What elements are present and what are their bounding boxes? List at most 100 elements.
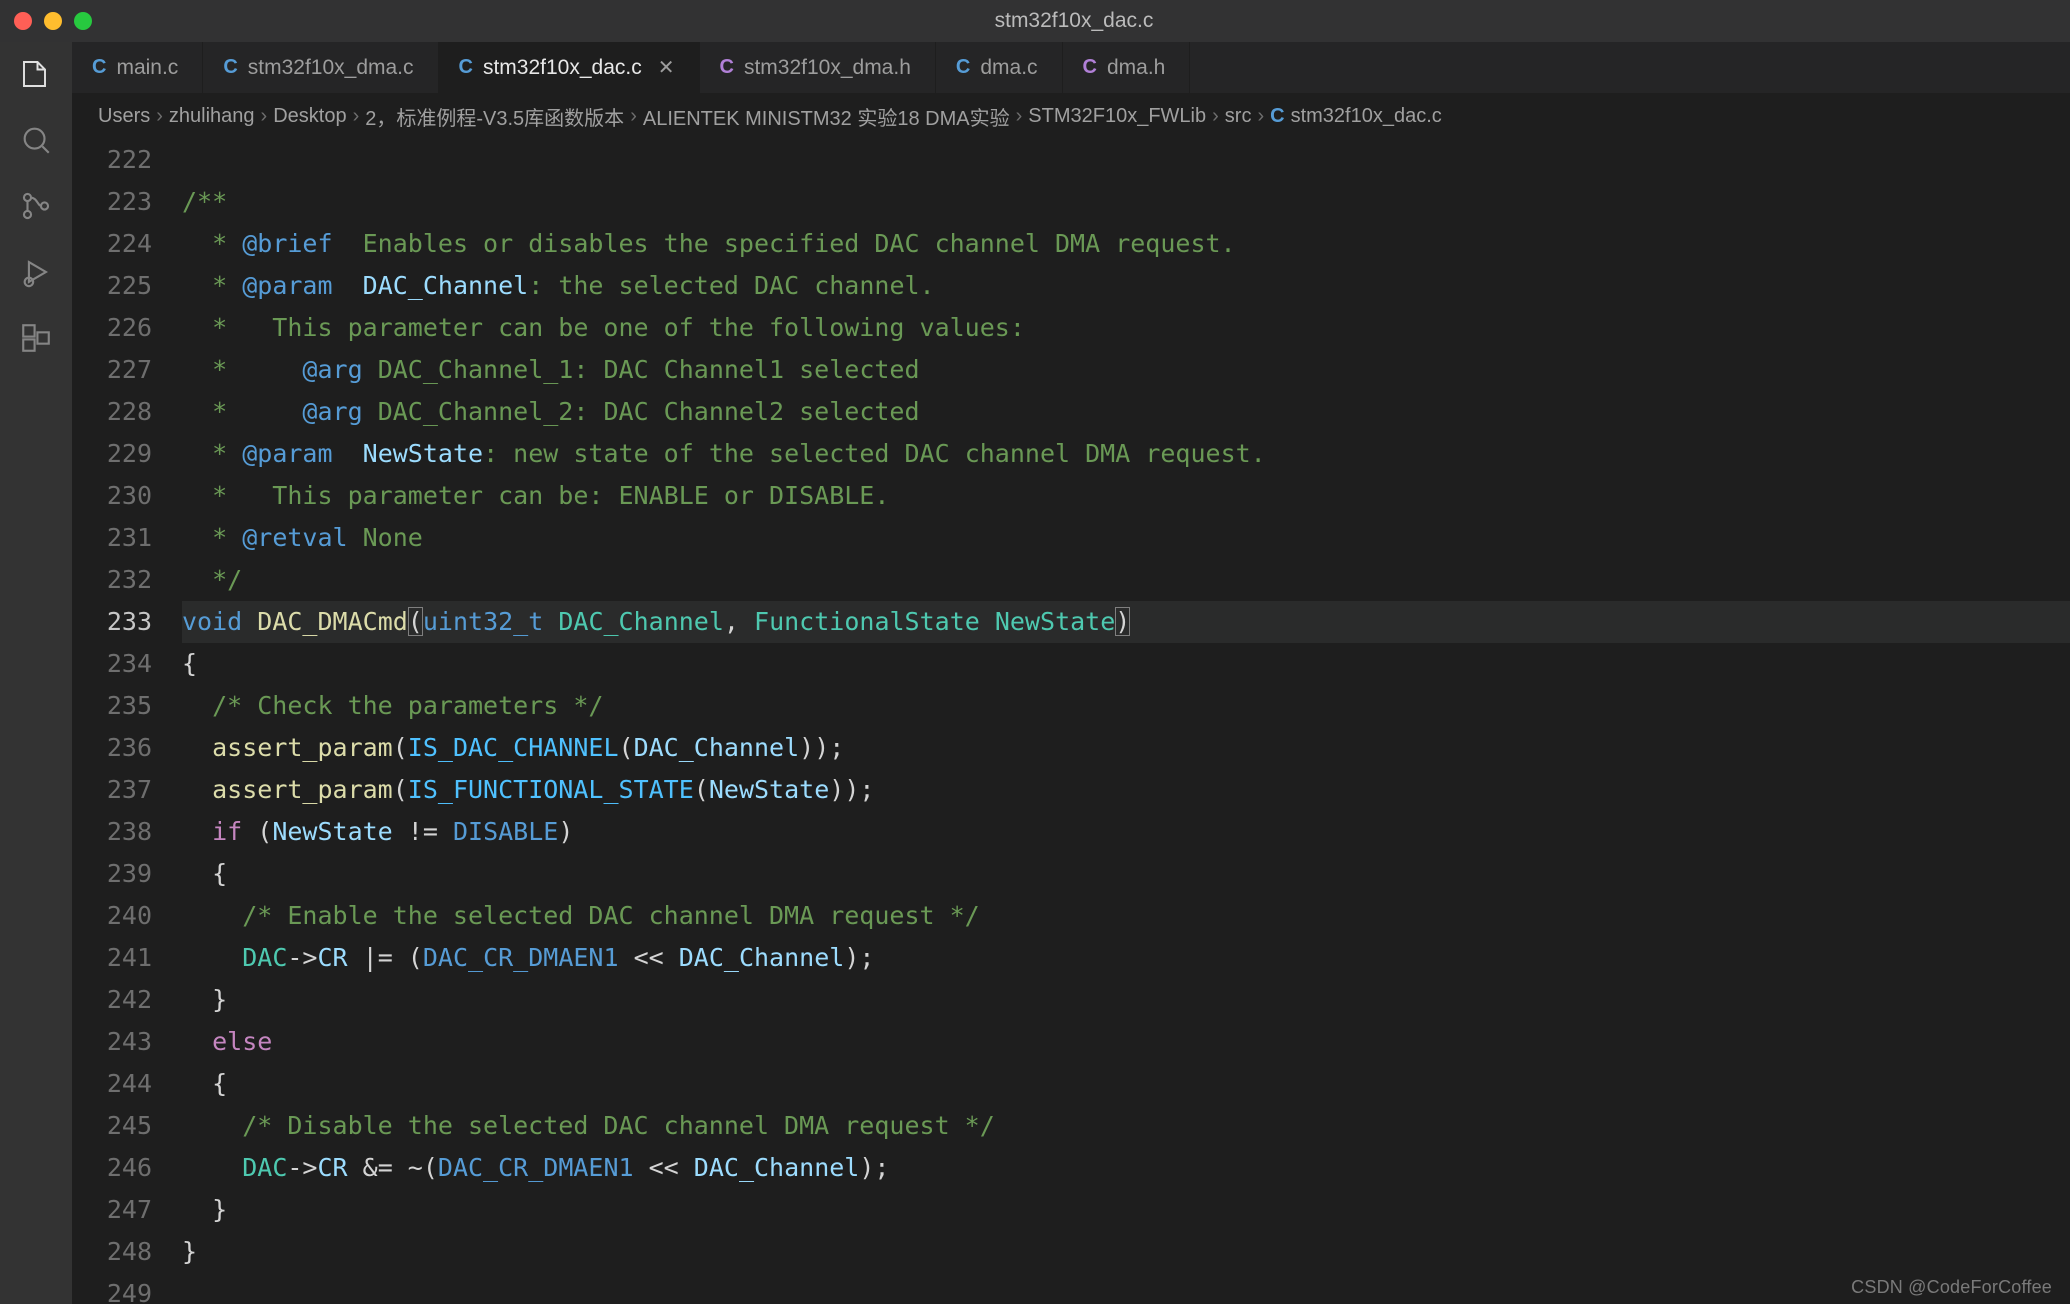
tab-dma-h[interactable]: C dma.h (1063, 42, 1191, 93)
code-line[interactable]: 235 /* Check the parameters */ (72, 685, 2070, 727)
minimize-window-icon[interactable] (44, 12, 62, 30)
breadcrumb-segment[interactable]: Desktop (273, 105, 346, 128)
code-content[interactable]: */ (182, 559, 2070, 601)
source-control-icon[interactable] (18, 188, 54, 224)
code-line[interactable]: 239 { (72, 853, 2070, 895)
explorer-icon[interactable] (18, 56, 54, 92)
breadcrumb-segment[interactable]: STM32F10x_FWLib (1028, 105, 1206, 128)
line-number: 246 (72, 1147, 182, 1189)
code-content[interactable]: { (182, 1063, 2070, 1105)
code-line[interactable]: 242 } (72, 979, 2070, 1021)
code-line[interactable]: 228 * @arg DAC_Channel_2: DAC Channel2 s… (72, 391, 2070, 433)
line-number: 241 (72, 937, 182, 979)
line-number: 242 (72, 979, 182, 1021)
code-content[interactable]: /* Disable the selected DAC channel DMA … (182, 1105, 2070, 1147)
file-type-c-icon: C (1083, 56, 1097, 79)
code-line[interactable]: 227 * @arg DAC_Channel_1: DAC Channel1 s… (72, 349, 2070, 391)
code-content[interactable]: * @param DAC_Channel: the selected DAC c… (182, 265, 2070, 307)
line-number: 232 (72, 559, 182, 601)
code-content[interactable]: assert_param(IS_FUNCTIONAL_STATE(NewStat… (182, 769, 2070, 811)
chevron-right-icon: › (1212, 105, 1219, 128)
code-content[interactable]: * This parameter can be: ENABLE or DISAB… (182, 475, 2070, 517)
code-line[interactable]: 222 (72, 139, 2070, 181)
tab-stm32f10x-dma-c[interactable]: C stm32f10x_dma.c (203, 42, 438, 93)
code-content[interactable]: if (NewState != DISABLE) (182, 811, 2070, 853)
code-content[interactable]: void DAC_DMACmd(uint32_t DAC_Channel, Fu… (182, 601, 2070, 643)
code-content[interactable] (182, 139, 2070, 181)
code-content[interactable]: /** (182, 181, 2070, 223)
line-number: 222 (72, 139, 182, 181)
chevron-right-icon: › (630, 105, 637, 128)
code-content[interactable]: { (182, 643, 2070, 685)
line-number: 238 (72, 811, 182, 853)
code-content[interactable]: * @retval None (182, 517, 2070, 559)
breadcrumb-file[interactable]: stm32f10x_dac.c (1291, 105, 1442, 128)
line-number: 234 (72, 643, 182, 685)
close-icon[interactable]: ✕ (658, 55, 675, 80)
file-type-c-icon: C (223, 56, 237, 79)
breadcrumb-segment[interactable]: src (1225, 105, 1252, 128)
code-line[interactable]: 238 if (NewState != DISABLE) (72, 811, 2070, 853)
tab-dma-c[interactable]: C dma.c (936, 42, 1063, 93)
file-type-c-icon: C (459, 56, 473, 79)
code-content[interactable]: /* Check the parameters */ (182, 685, 2070, 727)
code-line[interactable]: 233void DAC_DMACmd(uint32_t DAC_Channel,… (72, 601, 2070, 643)
code-line[interactable]: 246 DAC->CR &= ~(DAC_CR_DMAEN1 << DAC_Ch… (72, 1147, 2070, 1189)
code-content[interactable]: * This parameter can be one of the follo… (182, 307, 2070, 349)
code-line[interactable]: 226 * This parameter can be one of the f… (72, 307, 2070, 349)
code-line[interactable]: 248} (72, 1231, 2070, 1273)
code-line[interactable]: 232 */ (72, 559, 2070, 601)
breadcrumb-segment[interactable]: Users (98, 105, 150, 128)
code-line[interactable]: 236 assert_param(IS_DAC_CHANNEL(DAC_Chan… (72, 727, 2070, 769)
code-content[interactable]: } (182, 1189, 2070, 1231)
code-content[interactable]: } (182, 1231, 2070, 1273)
breadcrumb-segment[interactable]: zhulihang (169, 105, 255, 128)
chevron-right-icon: › (156, 105, 163, 128)
breadcrumb-segment[interactable]: ALIENTEK MINISTM32 实验18 DMA实验 (643, 102, 1010, 131)
code-editor[interactable]: 222223/**224 * @brief Enables or disable… (72, 139, 2070, 1304)
code-content[interactable]: assert_param(IS_DAC_CHANNEL(DAC_Channel)… (182, 727, 2070, 769)
code-line[interactable]: 247 } (72, 1189, 2070, 1231)
close-window-icon[interactable] (14, 12, 32, 30)
code-content[interactable]: DAC->CR |= (DAC_CR_DMAEN1 << DAC_Channel… (182, 937, 2070, 979)
code-content[interactable]: else (182, 1021, 2070, 1063)
code-line[interactable]: 231 * @retval None (72, 517, 2070, 559)
code-line[interactable]: 241 DAC->CR |= (DAC_CR_DMAEN1 << DAC_Cha… (72, 937, 2070, 979)
search-icon[interactable] (18, 122, 54, 158)
tab-label: stm32f10x_dac.c (483, 56, 642, 80)
tab-label: dma.c (980, 56, 1037, 80)
tab-stm32f10x-dma-h[interactable]: C stm32f10x_dma.h (700, 42, 936, 93)
code-content[interactable]: DAC->CR &= ~(DAC_CR_DMAEN1 << DAC_Channe… (182, 1147, 2070, 1189)
code-line[interactable]: 223/** (72, 181, 2070, 223)
line-number: 225 (72, 265, 182, 307)
code-content[interactable]: * @arg DAC_Channel_1: DAC Channel1 selec… (182, 349, 2070, 391)
code-line[interactable]: 230 * This parameter can be: ENABLE or D… (72, 475, 2070, 517)
maximize-window-icon[interactable] (74, 12, 92, 30)
code-line[interactable]: 249 (72, 1273, 2070, 1304)
code-line[interactable]: 240 /* Enable the selected DAC channel D… (72, 895, 2070, 937)
tab-label: main.c (116, 56, 178, 80)
code-line[interactable]: 229 * @param NewState: new state of the … (72, 433, 2070, 475)
run-debug-icon[interactable] (18, 254, 54, 290)
code-line[interactable]: 224 * @brief Enables or disables the spe… (72, 223, 2070, 265)
breadcrumb-segment[interactable]: 2，标准例程-V3.5库函数版本 (365, 102, 624, 131)
code-content[interactable]: /* Enable the selected DAC channel DMA r… (182, 895, 2070, 937)
code-content[interactable]: * @param NewState: new state of the sele… (182, 433, 2070, 475)
code-content[interactable] (182, 1273, 2070, 1304)
line-number: 227 (72, 349, 182, 391)
code-content[interactable]: } (182, 979, 2070, 1021)
code-line[interactable]: 225 * @param DAC_Channel: the selected D… (72, 265, 2070, 307)
code-line[interactable]: 245 /* Disable the selected DAC channel … (72, 1105, 2070, 1147)
code-line[interactable]: 237 assert_param(IS_FUNCTIONAL_STATE(New… (72, 769, 2070, 811)
code-line[interactable]: 244 { (72, 1063, 2070, 1105)
code-line[interactable]: 234{ (72, 643, 2070, 685)
code-content[interactable]: { (182, 853, 2070, 895)
breadcrumb[interactable]: Users › zhulihang › Desktop › 2，标准例程-V3.5库函… (72, 94, 2070, 139)
tab-main-c[interactable]: C main.c (72, 42, 203, 93)
line-number: 249 (72, 1273, 182, 1304)
code-line[interactable]: 243 else (72, 1021, 2070, 1063)
extensions-icon[interactable] (18, 320, 54, 356)
code-content[interactable]: * @arg DAC_Channel_2: DAC Channel2 selec… (182, 391, 2070, 433)
code-content[interactable]: * @brief Enables or disables the specifi… (182, 223, 2070, 265)
tab-stm32f10x-dac-c[interactable]: C stm32f10x_dac.c ✕ (439, 42, 700, 93)
